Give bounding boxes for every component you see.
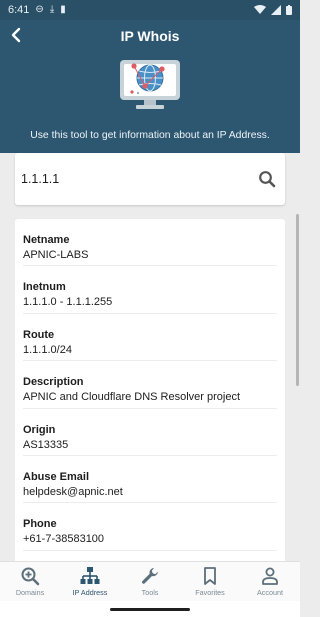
- status-time: 6:41: [8, 4, 30, 16]
- signal-icon: [271, 5, 281, 15]
- nav-account[interactable]: Account: [240, 562, 300, 601]
- nav-ip-address[interactable]: IP Address: [60, 562, 120, 601]
- home-indicator[interactable]: [110, 608, 190, 611]
- result-value: 1.1.1.0 - 1.1.1.255: [23, 296, 113, 309]
- wrench-icon: [142, 568, 158, 584]
- nav-favorites[interactable]: Favorites: [180, 562, 240, 601]
- result-value: APNIC-LABS: [23, 249, 89, 261]
- nav-label: Tools: [141, 588, 159, 597]
- wifi-icon: [254, 5, 266, 14]
- result-label: Phone: [23, 518, 57, 531]
- result-row-phone: Phone +61-7-38583100: [23, 503, 277, 551]
- result-value: helpdesk@apnic.net: [23, 485, 123, 498]
- page-subtitle: Use this tool to get information about a…: [30, 130, 270, 141]
- person-icon: [262, 567, 278, 585]
- result-row-abuse-email: Abuse Email helpdesk@apnic.net: [23, 456, 277, 504]
- ip-search-input[interactable]: [21, 169, 241, 189]
- download-icon: ⤓: [49, 4, 55, 15]
- battery-icon: [286, 5, 292, 15]
- nav-label: Domains: [15, 588, 45, 597]
- nav-label: Account: [257, 588, 283, 597]
- result-value: 1.1.1.0/24: [23, 343, 72, 356]
- result-label: Netname: [23, 234, 70, 246]
- results-scrollbar[interactable]: [296, 214, 299, 386]
- result-value: AS13335: [23, 438, 69, 451]
- dnd-icon: ⊖: [35, 4, 44, 15]
- search-box: [15, 153, 285, 205]
- globe-monitor-icon: [120, 60, 180, 109]
- nav-tools[interactable]: Tools: [120, 562, 180, 601]
- bottom-nav: Domains IP Address Tools Favorites Accou…: [0, 561, 300, 601]
- result-label: Description: [23, 376, 84, 389]
- whois-results-card: Netname APNIC-LABS Inetnum 1.1.1.0 - 1.1…: [15, 219, 285, 564]
- system-nav-bar: [0, 601, 300, 617]
- result-row-origin: Origin AS13335: [23, 409, 277, 456]
- result-row-netname: Netname APNIC-LABS: [23, 219, 277, 267]
- bookmark-icon: [204, 567, 216, 585]
- nav-label: Favorites: [195, 588, 225, 597]
- result-row-inetnum: Inetnum 1.1.1.0 - 1.1.1.255: [23, 266, 277, 314]
- result-row-description: Description APNIC and Cloudflare DNS Res…: [23, 361, 277, 409]
- result-value: APNIC and Cloudflare DNS Resolver projec…: [23, 391, 241, 404]
- app-header: IP Whois Use this tool to get informatio…: [0, 20, 300, 153]
- result-label: Route: [23, 328, 55, 341]
- search-icon[interactable]: [258, 170, 276, 188]
- result-row-route: Route 1.1.1.0/24: [23, 314, 277, 362]
- result-label: Origin: [23, 423, 56, 436]
- sim-icon: ▮: [60, 4, 66, 15]
- result-label: Inetnum: [23, 281, 66, 294]
- magnify-plus-icon: [21, 567, 40, 586]
- page-title: IP Whois: [120, 28, 180, 44]
- nav-domains[interactable]: Domains: [0, 562, 60, 601]
- nav-label: IP Address: [72, 588, 108, 597]
- network-icon: [80, 567, 100, 584]
- result-label: Abuse Email: [23, 470, 90, 483]
- result-value: +61-7-38583100: [23, 533, 105, 546]
- status-bar: 6:41 ⊖ ⤓ ▮: [0, 0, 300, 20]
